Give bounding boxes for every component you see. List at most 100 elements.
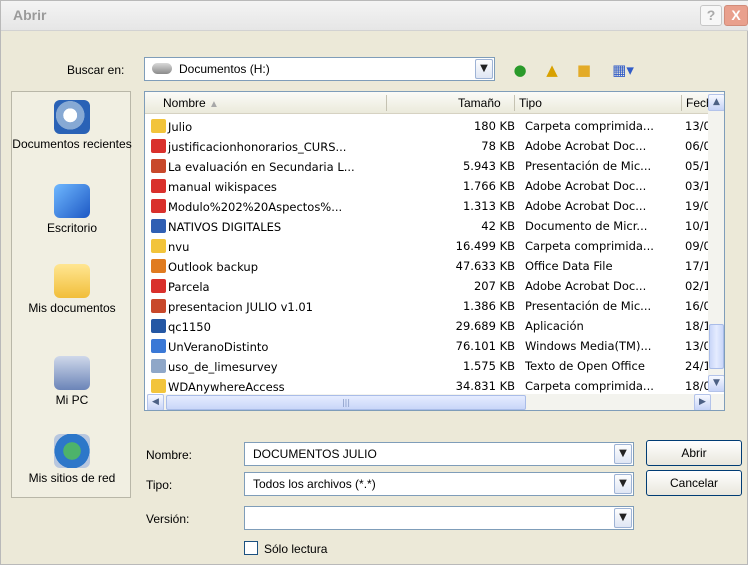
- file-type-dropdown[interactable]: Todos los archivos (*.*) ▼: [244, 472, 634, 496]
- vertical-scrollbar[interactable]: ▲ ▼: [708, 94, 724, 392]
- file-size-cell: 5.943 KB: [462, 159, 515, 173]
- network-places-icon: [54, 434, 90, 468]
- file-row[interactable]: NATIVOS DIGITALES 42 KB Documento de Micr.…: [145, 216, 718, 236]
- up-folder-icon[interactable]: ▲: [541, 59, 563, 81]
- file-row[interactable]: qc1150 29.689 KB Aplicación 18/11: [145, 316, 718, 336]
- pdf-icon: [151, 199, 166, 213]
- file-size-cell: 1.575 KB: [462, 359, 515, 373]
- help-button[interactable]: ?: [700, 5, 722, 26]
- horizontal-scroll-thumb[interactable]: |||: [166, 395, 526, 410]
- file-name-cell: nvu: [151, 239, 385, 254]
- dialog-title: Abrir: [13, 7, 47, 23]
- view-menu-icon[interactable]: ▦▾: [605, 59, 641, 81]
- file-row[interactable]: La evaluación en Secundaria L... 5.943 KB…: [145, 156, 718, 176]
- file-row[interactable]: justificacionhonorarios_CURS... 78 KB Adob…: [145, 136, 718, 156]
- file-size-cell: 180 KB: [473, 119, 515, 133]
- file-type-value: Todos los archivos (*.*): [253, 477, 376, 491]
- file-row[interactable]: Parcela 207 KB Adobe Acrobat Doc... 02/11: [145, 276, 718, 296]
- file-name-cell: NATIVOS DIGITALES: [151, 219, 385, 234]
- file-row[interactable]: UnVeranoDistinto 76.101 KB Windows Media(T…: [145, 336, 718, 356]
- file-type-cell: Presentación de Mic...: [525, 159, 652, 173]
- openoffice-text-icon: [151, 359, 166, 373]
- read-only-label: Sólo lectura: [264, 542, 328, 556]
- file-name-cell: Julio: [151, 119, 385, 134]
- column-header: Nombre ▲ Tamaño Tipo Fecha: [145, 92, 724, 114]
- file-name-cell: uso_de_limesurvey: [151, 359, 385, 374]
- file-type-cell: Windows Media(TM)...: [525, 339, 652, 353]
- file-type-cell: Carpeta comprimida...: [525, 379, 654, 393]
- file-size-cell: 42 KB: [481, 219, 515, 233]
- file-row[interactable]: WDAnywhereAccess 34.831 KB Carpeta comprim…: [145, 376, 718, 396]
- version-dropdown[interactable]: ▼: [244, 506, 634, 530]
- title-bar[interactable]: Abrir ? X: [1, 1, 748, 31]
- place-network[interactable]: Mis sitios de red: [12, 434, 132, 485]
- file-type-cell: Office Data File: [525, 259, 613, 273]
- file-name-cell: WDAnywhereAccess: [151, 379, 385, 394]
- scroll-up-icon[interactable]: ▲: [708, 94, 724, 111]
- file-type-label: Tipo:: [146, 478, 173, 492]
- file-type-cell: Documento de Micr...: [525, 219, 648, 233]
- file-type-cell: Adobe Acrobat Doc...: [525, 199, 647, 213]
- file-row[interactable]: Julio 180 KB Carpeta comprimida... 13/02: [145, 116, 718, 136]
- place-my-computer[interactable]: Mi PC: [12, 356, 132, 407]
- file-row[interactable]: uso_de_limesurvey 1.575 KB Texto de Open O…: [145, 356, 718, 376]
- new-folder-icon[interactable]: ■: [573, 59, 595, 81]
- file-name-dropdown-icon[interactable]: ▼: [614, 444, 632, 464]
- recent-documents-icon: [54, 100, 90, 134]
- word-icon: [151, 219, 166, 233]
- file-row[interactable]: manual wikispaces 1.766 KB Adobe Acrobat D…: [145, 176, 718, 196]
- outlook-data-icon: [151, 259, 166, 273]
- look-in-dropdown[interactable]: Documentos (H:) ▼: [144, 57, 495, 81]
- file-name-label: Nombre:: [146, 448, 193, 462]
- file-name-cell: qc1150: [151, 319, 385, 334]
- file-row[interactable]: nvu 16.499 KB Carpeta comprimida... 09/09: [145, 236, 718, 256]
- cancel-button[interactable]: Cancelar: [646, 470, 742, 496]
- file-size-cell: 16.499 KB: [455, 239, 515, 253]
- my-computer-icon: [54, 356, 90, 390]
- file-type-cell: Aplicación: [525, 319, 584, 333]
- close-button[interactable]: X: [724, 5, 748, 26]
- file-size-cell: 207 KB: [473, 279, 515, 293]
- version-dropdown-icon[interactable]: ▼: [614, 508, 632, 528]
- my-documents-icon: [54, 264, 90, 298]
- zip-folder-icon: [151, 119, 166, 133]
- read-only-checkbox[interactable]: [244, 541, 258, 555]
- file-list[interactable]: Nombre ▲ Tamaño Tipo Fecha Julio 180 KB Ca…: [144, 91, 725, 411]
- horizontal-scrollbar[interactable]: ◀ ||| ▶: [147, 394, 724, 410]
- version-label: Versión:: [146, 512, 190, 526]
- look-in-value: Documentos (H:): [179, 62, 270, 76]
- scroll-left-icon[interactable]: ◀: [147, 394, 164, 410]
- look-in-label: Buscar en:: [67, 63, 125, 77]
- back-icon[interactable]: ●: [509, 59, 531, 81]
- column-type[interactable]: Tipo: [519, 96, 542, 110]
- file-size-cell: 1.313 KB: [462, 199, 515, 213]
- file-row[interactable]: Outlook backup 47.633 KB Office Data File 1…: [145, 256, 718, 276]
- chevron-down-icon[interactable]: ▼: [475, 59, 493, 79]
- file-type-cell: Presentación de Mic...: [525, 299, 652, 313]
- file-size-cell: 47.633 KB: [455, 259, 515, 273]
- pdf-icon: [151, 279, 166, 293]
- column-size[interactable]: Tamaño: [458, 96, 501, 110]
- file-size-cell: 76.101 KB: [455, 339, 515, 353]
- file-row[interactable]: presentacion JULIO v1.01 1.386 KB Presenta…: [145, 296, 718, 316]
- place-desktop[interactable]: Escritorio: [12, 184, 132, 235]
- file-row[interactable]: Modulo%202%20Aspectos%... 1.313 KB Adobe A…: [145, 196, 718, 216]
- file-type-dropdown-icon[interactable]: ▼: [614, 474, 632, 494]
- application-icon: [151, 319, 166, 333]
- column-name[interactable]: Nombre ▲: [163, 96, 219, 110]
- zip-folder-icon: [151, 379, 166, 393]
- scroll-down-icon[interactable]: ▼: [708, 375, 724, 392]
- place-recent-documents[interactable]: Documentos recientes: [12, 100, 132, 151]
- desktop-icon: [54, 184, 90, 218]
- file-name-cell: Parcela: [151, 279, 385, 294]
- vertical-scroll-thumb[interactable]: [709, 324, 724, 369]
- powerpoint-icon: [151, 299, 166, 313]
- open-file-dialog: Abrir ? X Buscar en: Documentos (H:) ▼ ●…: [0, 0, 748, 565]
- file-type-cell: Adobe Acrobat Doc...: [525, 139, 647, 153]
- open-button[interactable]: Abrir: [646, 440, 742, 466]
- place-my-documents[interactable]: Mis documentos: [12, 264, 132, 315]
- file-name-input[interactable]: DOCUMENTOS JULIO ▼: [244, 442, 634, 466]
- scroll-right-icon[interactable]: ▶: [694, 394, 711, 410]
- file-name-cell: justificacionhonorarios_CURS...: [151, 139, 385, 154]
- file-size-cell: 34.831 KB: [455, 379, 515, 393]
